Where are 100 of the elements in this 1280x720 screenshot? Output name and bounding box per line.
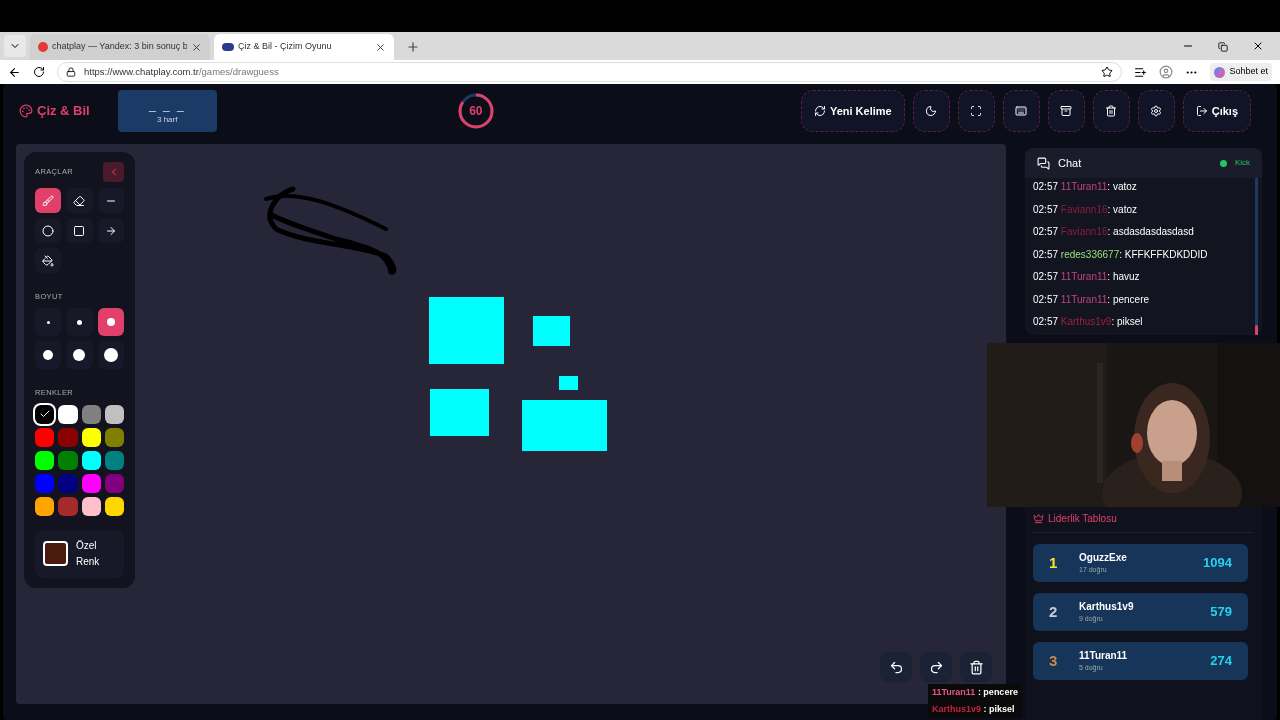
player-name: OguzzExe xyxy=(1079,551,1128,566)
custom-color-swatch[interactable] xyxy=(43,541,68,566)
color-swatch[interactable] xyxy=(35,404,55,424)
favorite-icon[interactable] xyxy=(1101,66,1114,78)
browser-tab[interactable]: chatplay — Yandex: 3 bin sonuç b xyxy=(30,34,210,60)
chat-message: 02:57 Karthus1v9: piksel xyxy=(1033,315,1144,329)
redo-button[interactable] xyxy=(920,652,952,682)
logout-icon xyxy=(1195,105,1208,117)
color-swatch[interactable] xyxy=(81,473,101,493)
color-swatch[interactable] xyxy=(81,496,101,516)
redo-icon xyxy=(928,659,944,675)
color-swatch[interactable] xyxy=(58,450,78,470)
color-swatch[interactable] xyxy=(35,473,55,493)
brush-size-button[interactable] xyxy=(35,341,62,370)
back-icon[interactable] xyxy=(8,65,21,79)
close-icon[interactable] xyxy=(375,41,386,53)
brush-size-button[interactable] xyxy=(66,341,93,370)
brush-tool-button[interactable] xyxy=(35,188,62,213)
leaderboard-title: Liderlik Tablosu xyxy=(1048,512,1117,526)
overlay-chat-message: Karthus1v9 : piksel xyxy=(932,703,1016,716)
color-swatch[interactable] xyxy=(35,427,55,447)
chat-icon xyxy=(1037,156,1050,170)
undo-button[interactable] xyxy=(880,652,912,682)
color-swatch[interactable] xyxy=(35,450,55,470)
favorites-icon[interactable] xyxy=(1134,65,1148,79)
new-tab-icon[interactable] xyxy=(406,40,420,54)
line-tool-button[interactable] xyxy=(97,188,124,213)
check-icon xyxy=(38,408,51,420)
letter-count: 3 harf xyxy=(157,114,178,126)
rect-tool-button[interactable] xyxy=(66,218,93,243)
fill-tool-button[interactable] xyxy=(35,248,62,273)
tab-title: Çiz & Bil - Çizim Oyunu xyxy=(238,40,333,54)
logout-button[interactable]: Çıkış xyxy=(1182,90,1251,132)
reload-icon[interactable] xyxy=(33,66,45,78)
color-swatch[interactable] xyxy=(81,427,101,447)
close-icon[interactable] xyxy=(1252,40,1264,52)
color-swatch[interactable] xyxy=(104,496,124,516)
platform-label: Kick xyxy=(1234,157,1250,169)
color-swatch[interactable] xyxy=(81,450,101,470)
circle-tool-button[interactable] xyxy=(35,218,62,243)
arrow-icon xyxy=(104,224,117,237)
undo-icon xyxy=(888,659,904,675)
chat-message: 02:57 Faviann16: vatoz xyxy=(1033,202,1138,217)
color-swatch[interactable] xyxy=(104,473,124,493)
color-swatch[interactable] xyxy=(35,496,55,516)
word-blanks: _ _ _ xyxy=(148,97,186,114)
palette-icon xyxy=(19,104,33,118)
chat-message: 02:57 11Turan11: vatoz xyxy=(1033,180,1138,194)
close-icon[interactable] xyxy=(191,41,202,53)
player-score: 579 xyxy=(1210,603,1232,622)
tab-list-button[interactable] xyxy=(4,35,26,57)
rank-number: 3 xyxy=(1049,650,1059,671)
chat-message: 02:57 11Turan11: havuz xyxy=(1033,270,1141,284)
color-swatch[interactable] xyxy=(104,450,124,470)
brush-icon xyxy=(42,194,55,207)
player-name: 11Turan11 xyxy=(1079,649,1129,664)
color-swatch[interactable] xyxy=(58,496,78,516)
moon-icon xyxy=(925,105,938,117)
browser-tab[interactable]: Çiz & Bil - Çizim Oyunu xyxy=(214,34,394,60)
player-score: 274 xyxy=(1210,652,1232,671)
profile-icon[interactable] xyxy=(1159,65,1174,79)
archive-button[interactable] xyxy=(1047,90,1085,132)
arrow-tool-button[interactable] xyxy=(97,218,124,243)
clear-button[interactable] xyxy=(960,652,992,682)
chat-button[interactable]: Sohbet et xyxy=(1210,63,1272,81)
rank-number: 1 xyxy=(1049,552,1059,573)
color-swatch[interactable] xyxy=(104,404,124,424)
trash-button[interactable] xyxy=(1092,90,1130,132)
brush-size-button[interactable] xyxy=(97,308,124,337)
rank-number: 2 xyxy=(1049,601,1059,622)
new-word-button[interactable]: Yeni Kelime xyxy=(800,90,905,132)
restore-icon[interactable] xyxy=(1218,42,1228,52)
logo-text: Çiz & Bil xyxy=(37,102,90,121)
color-swatch[interactable] xyxy=(58,473,78,493)
color-swatch[interactable] xyxy=(58,427,78,447)
lock-icon xyxy=(66,67,76,77)
player-score: 1094 xyxy=(1203,554,1232,573)
color-swatch[interactable] xyxy=(58,404,78,424)
brush-size-button[interactable] xyxy=(66,308,93,337)
custom-color-card[interactable]: Özel Renk xyxy=(35,529,124,578)
theme-button[interactable] xyxy=(912,90,950,132)
trash-icon xyxy=(1105,105,1118,117)
keyboard-button[interactable] xyxy=(1002,90,1040,132)
color-swatch[interactable] xyxy=(81,404,101,424)
trash-icon xyxy=(968,659,984,675)
timer-text: 60 xyxy=(468,103,484,120)
crown-icon xyxy=(1033,513,1044,524)
settings-button[interactable] xyxy=(1137,90,1175,132)
custom-color-label: Renk xyxy=(76,554,100,569)
site-icon xyxy=(222,43,234,51)
refresh-icon xyxy=(813,105,826,117)
eraser-icon xyxy=(73,194,86,207)
brush-size-button[interactable] xyxy=(97,341,124,370)
circle-icon xyxy=(42,224,55,237)
fullscreen-icon xyxy=(970,105,983,117)
color-swatch[interactable] xyxy=(104,427,124,447)
eraser-tool-button[interactable] xyxy=(66,188,93,213)
keyboard-icon xyxy=(1015,105,1028,117)
archive-icon xyxy=(1060,105,1073,117)
chat-message: 02:57 redes336677: KFFKFFKDKDDID xyxy=(1033,247,1209,262)
